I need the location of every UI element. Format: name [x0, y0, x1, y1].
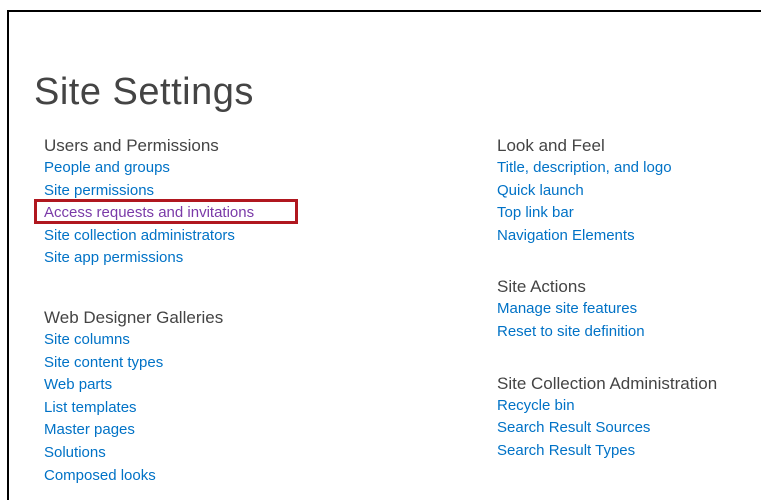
link-recycle-bin[interactable]: Recycle bin	[497, 395, 717, 418]
settings-column-left: Users and Permissions People and groups …	[33, 134, 299, 487]
settings-column-right: Look and Feel Title, description, and lo…	[497, 134, 717, 462]
group-heading: Site Collection Administration	[497, 373, 718, 393]
link-site-permissions[interactable]: Site permissions	[44, 180, 254, 203]
settings-group-users-and-permissions: Users and Permissions People and groups …	[33, 134, 299, 270]
group-heading: Site Actions	[497, 277, 586, 297]
link-list: People and groups Site permissions Acces…	[33, 157, 299, 270]
settings-group-web-designer-galleries: Web Designer Galleries Site columns Site…	[44, 306, 254, 487]
link-master-pages[interactable]: Master pages	[44, 419, 254, 442]
settings-group-look-and-feel: Look and Feel Title, description, and lo…	[497, 134, 717, 247]
link-composed-looks[interactable]: Composed looks	[44, 465, 254, 488]
link-people-and-groups[interactable]: People and groups	[44, 157, 254, 180]
link-web-parts[interactable]: Web parts	[44, 374, 254, 397]
link-list: Manage site features Reset to site defin…	[497, 298, 717, 343]
link-top-link-bar[interactable]: Top link bar	[497, 202, 717, 225]
link-list-templates[interactable]: List templates	[44, 397, 254, 420]
page-title: Site Settings	[34, 71, 254, 114]
group-heading: Look and Feel	[497, 136, 605, 155]
link-search-result-types[interactable]: Search Result Types	[497, 440, 717, 463]
link-list: Title, description, and logo Quick launc…	[497, 157, 717, 247]
link-reset-to-site-definition[interactable]: Reset to site definition	[497, 321, 717, 344]
group-heading: Users and Permissions	[44, 136, 219, 155]
group-heading: Web Designer Galleries	[44, 307, 224, 327]
link-list: Site columns Site content types Web part…	[44, 329, 254, 487]
link-site-collection-administrators[interactable]: Site collection administrators	[44, 225, 254, 248]
link-quick-launch[interactable]: Quick launch	[497, 180, 717, 203]
link-site-content-types[interactable]: Site content types	[44, 352, 254, 375]
link-site-columns[interactable]: Site columns	[44, 329, 254, 352]
link-site-app-permissions[interactable]: Site app permissions	[44, 247, 254, 270]
link-title-description-and-logo[interactable]: Title, description, and logo	[497, 157, 717, 180]
link-manage-site-features[interactable]: Manage site features	[497, 298, 717, 321]
settings-group-site-collection-administration: Site Collection Administration Recycle b…	[497, 372, 717, 463]
link-access-requests-and-invitations[interactable]: Access requests and invitations	[33, 199, 299, 225]
link-solutions[interactable]: Solutions	[44, 442, 254, 465]
settings-group-site-actions: Site Actions Manage site features Reset …	[497, 275, 717, 343]
link-search-result-sources[interactable]: Search Result Sources	[497, 417, 717, 440]
link-navigation-elements[interactable]: Navigation Elements	[497, 225, 717, 248]
link-list: Recycle bin Search Result Sources Search…	[497, 395, 717, 463]
